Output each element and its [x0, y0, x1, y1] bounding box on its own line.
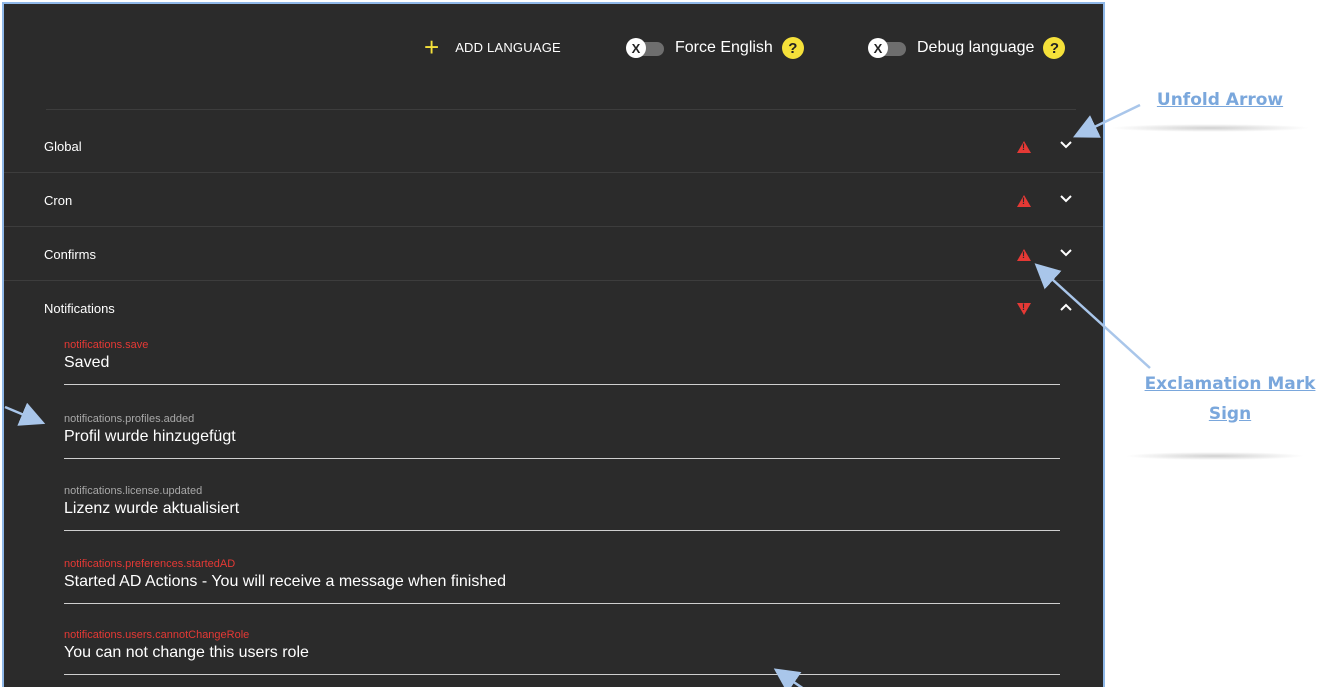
- divider: [46, 109, 1076, 110]
- field-value-input[interactable]: You can not change this users role: [64, 644, 309, 662]
- field-key: notifications.users.cannotChangeRole: [64, 629, 250, 641]
- section-title: Confirms: [44, 247, 97, 262]
- warning-icon: [1017, 141, 1031, 153]
- force-english-toggle[interactable]: X: [626, 38, 666, 58]
- translation-field[interactable]: notifications.license.updated Lizenz wur…: [64, 485, 1060, 531]
- translation-field[interactable]: notifications.profiles.added Profil wurd…: [64, 413, 1060, 459]
- force-english-label: Force English: [675, 39, 773, 56]
- help-icon[interactable]: ?: [1043, 37, 1066, 59]
- annotation-exclamation-line2: Sign: [1208, 404, 1252, 424]
- chevron-up-icon[interactable]: [1058, 299, 1074, 315]
- section-title: Cron: [44, 193, 73, 208]
- debug-language-toggle[interactable]: X: [868, 38, 908, 58]
- chevron-down-icon[interactable]: [1058, 191, 1074, 207]
- warning-icon: [1017, 249, 1031, 261]
- field-key: notifications.profiles.added: [64, 413, 195, 425]
- section-global[interactable]: Global: [4, 119, 1103, 173]
- translation-field[interactable]: notifications.users.cannotChangeRole You…: [64, 629, 1060, 675]
- warning-icon: [1017, 195, 1031, 207]
- translation-field[interactable]: notifications.preferences.startedAD Star…: [64, 558, 1060, 604]
- field-value-input[interactable]: Profil wurde hinzugefügt: [64, 428, 236, 446]
- chevron-down-icon[interactable]: [1058, 137, 1074, 153]
- annotation-exclamation-line1: Exclamation Mark: [1144, 374, 1316, 394]
- add-language-button[interactable]: + ADD LANGUAGE: [424, 32, 561, 62]
- force-english-group: X Force English ?: [626, 37, 804, 59]
- toolbar: + ADD LANGUAGE X Force English ? X Debug…: [4, 4, 1103, 84]
- field-value-input[interactable]: Started AD Actions - You will receive a …: [64, 573, 506, 591]
- field-value-input[interactable]: Lizenz wurde aktualisiert: [64, 500, 239, 518]
- warning-icon: [1017, 302, 1031, 315]
- field-value-input[interactable]: Saved: [64, 354, 109, 372]
- section-title: Notifications: [44, 301, 115, 316]
- section-title: Global: [44, 139, 82, 154]
- toggle-off-icon: X: [868, 38, 888, 58]
- help-icon[interactable]: ?: [781, 37, 804, 59]
- field-key: notifications.preferences.startedAD: [64, 558, 236, 570]
- annotation-unfold-arrow: Unfold Arrow: [1156, 90, 1284, 110]
- debug-language-group: X Debug language ?: [868, 37, 1066, 59]
- chevron-down-icon[interactable]: [1058, 245, 1074, 261]
- translation-field[interactable]: notifications.save Saved: [64, 339, 1060, 385]
- toggle-off-icon: X: [626, 38, 646, 58]
- annotation-shadow: [1125, 452, 1305, 460]
- translation-editor-panel: + ADD LANGUAGE X Force English ? X Debug…: [2, 2, 1105, 687]
- field-key: notifications.license.updated: [64, 485, 203, 497]
- section-confirms[interactable]: Confirms: [4, 227, 1103, 281]
- add-language-label: ADD LANGUAGE: [455, 39, 561, 55]
- field-key: notifications.save: [64, 339, 149, 351]
- section-notifications[interactable]: Notifications: [4, 281, 1103, 335]
- debug-language-label: Debug language: [917, 39, 1035, 56]
- section-cron[interactable]: Cron: [4, 173, 1103, 227]
- plus-icon: +: [424, 32, 440, 62]
- annotation-shadow: [1110, 124, 1310, 132]
